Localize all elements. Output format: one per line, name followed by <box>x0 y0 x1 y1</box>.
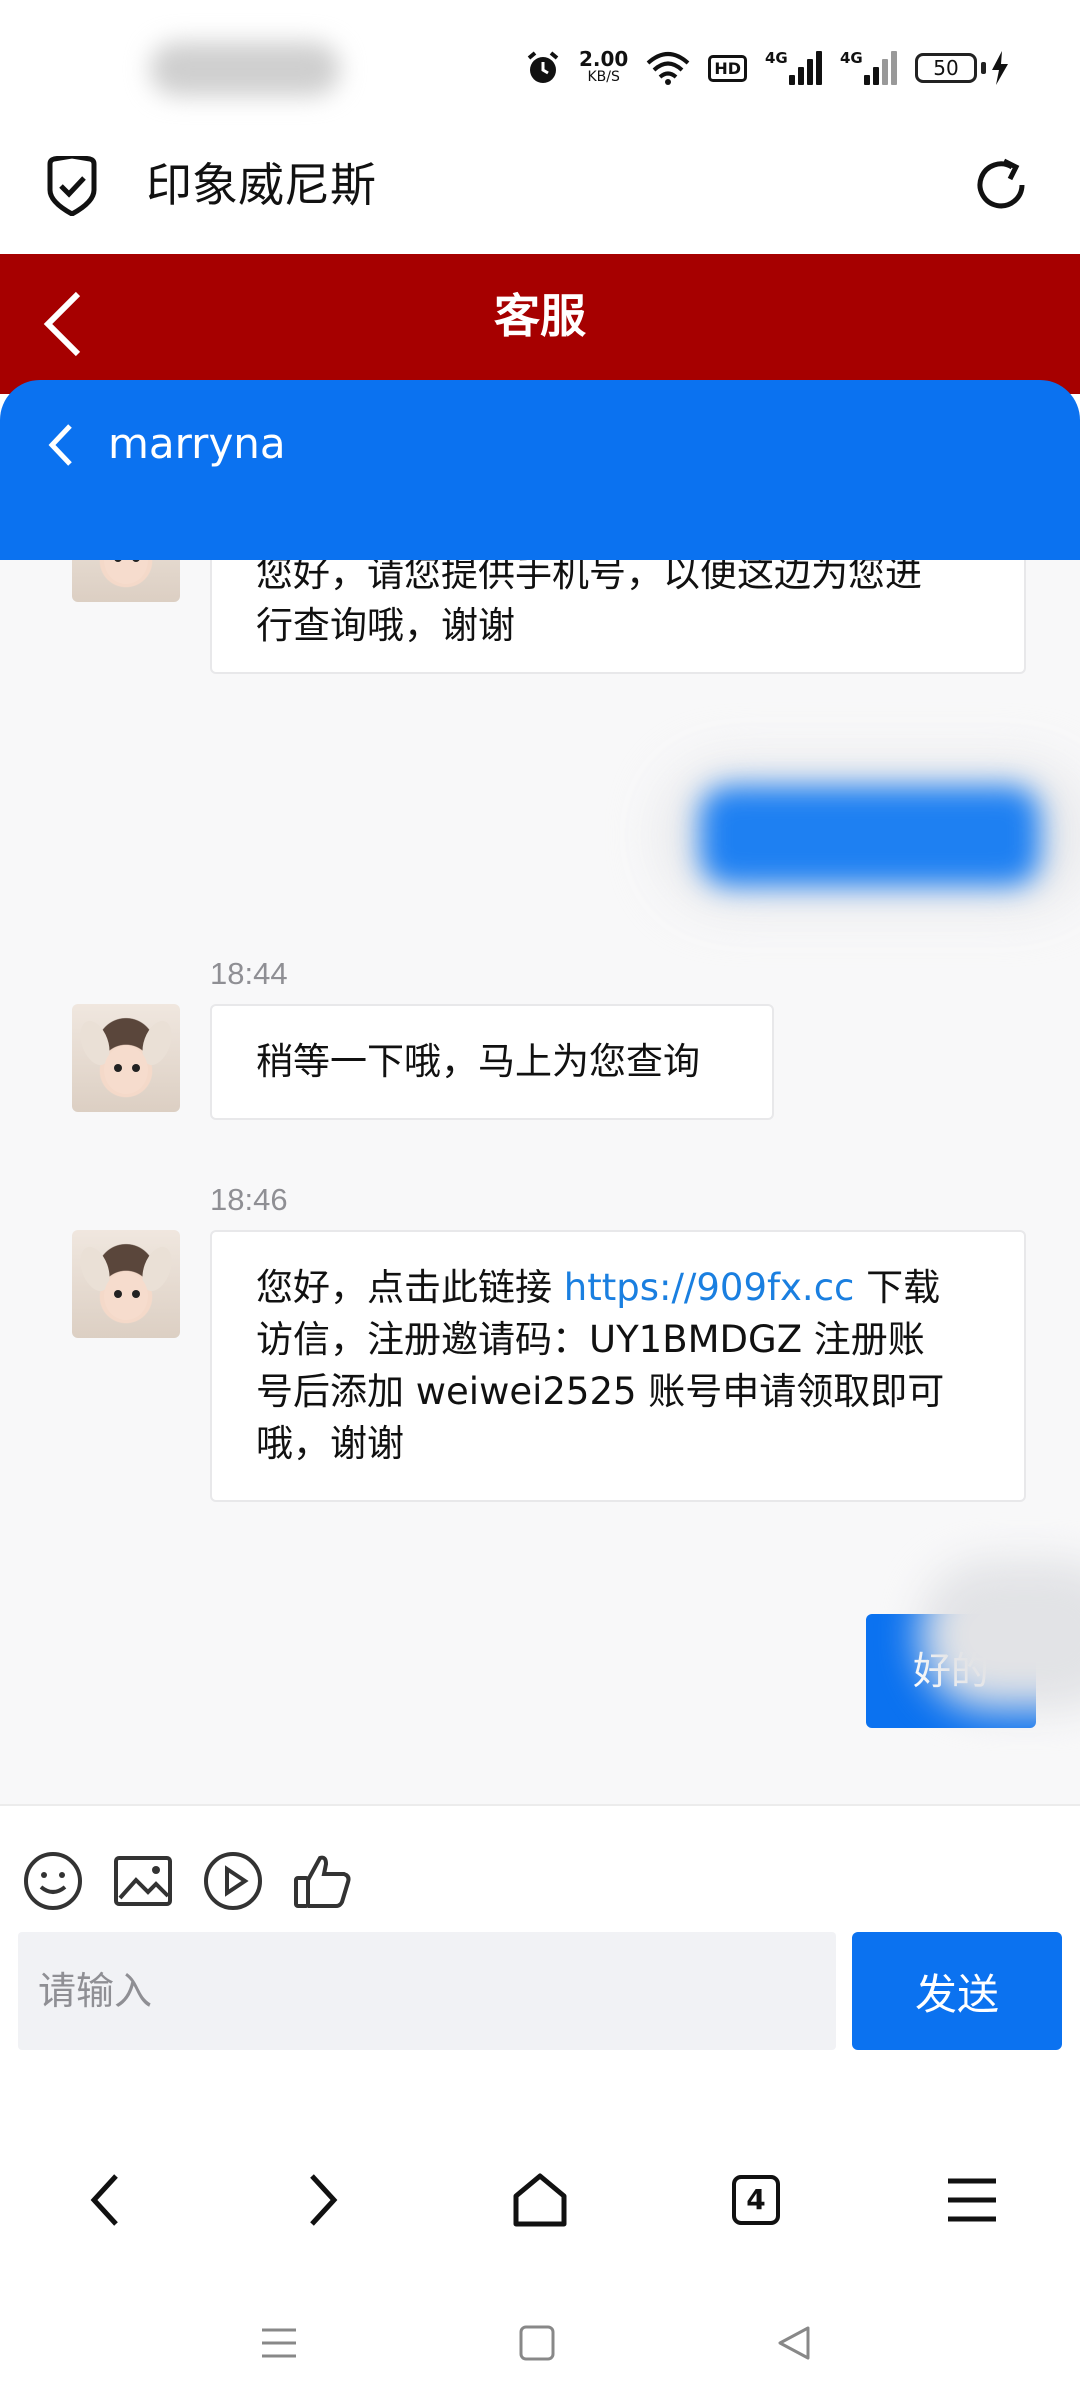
agent-avatar <box>72 560 180 602</box>
recent-apps-icon[interactable] <box>254 2318 304 2368</box>
message-line: 访信，注册邀请码：UY1BMDGZ 注册账 <box>256 1318 925 1361</box>
browser-home-button[interactable] <box>500 2160 580 2240</box>
browser-menu-button[interactable] <box>932 2160 1012 2240</box>
menu-icon <box>948 2178 996 2222</box>
battery-level: 50 <box>915 53 977 83</box>
emoji-icon[interactable] <box>22 1850 84 1912</box>
signal-1-icon: 4G <box>765 49 822 85</box>
refresh-icon[interactable] <box>970 154 1032 216</box>
blurred-region <box>920 1560 1080 1710</box>
system-navigation-bar <box>0 2290 1080 2400</box>
blurred-status-info <box>150 42 340 96</box>
browser-navigation-bar: 4 <box>0 2104 1080 2290</box>
image-icon[interactable] <box>112 1850 174 1912</box>
wifi-icon <box>646 52 690 85</box>
agent-avatar <box>72 1004 180 1112</box>
chat-header: marryna <box>0 380 1080 560</box>
message-line: 您好，点击此链接 https://909fx.cc 下载 <box>256 1266 941 1309</box>
status-icons: 2.00 KB/S HD 4G 4G 50 <box>525 46 1010 90</box>
message-timestamp: 18:44 <box>210 956 288 991</box>
message-input[interactable] <box>18 1932 836 2050</box>
tab-count: 4 <box>732 2175 780 2225</box>
message-line: 哦，谢谢 <box>256 1422 404 1465</box>
send-button[interactable]: 发送 <box>852 1932 1062 2050</box>
chevron-right-icon <box>310 2174 338 2226</box>
blurred-outgoing-message <box>700 786 1040 886</box>
browser-back-button[interactable] <box>66 2160 146 2240</box>
message-timestamp: 18:46 <box>210 1182 288 1217</box>
home-icon <box>513 2173 567 2227</box>
message-composer: 发送 <box>0 1804 1080 2104</box>
home-square-icon[interactable] <box>512 2318 562 2368</box>
page-title: 客服 <box>494 289 586 343</box>
browser-address-bar: 印象威尼斯 <box>0 130 1080 254</box>
chat-back-icon[interactable] <box>46 420 76 470</box>
battery-icon: 50 <box>915 51 1010 85</box>
alarm-icon <box>527 51 559 83</box>
tabs-button[interactable]: 4 <box>716 2160 796 2240</box>
chevron-left-icon <box>90 2174 118 2226</box>
message-line: 您好，请您提供手机号，以便这边为您进 <box>256 560 922 595</box>
message-text: 稍等一下哦，马上为您查询 <box>256 1040 700 1083</box>
chat-messages[interactable]: 您好，请您提供手机号，以便这边为您进 行查询哦，谢谢 18:44 稍等一下哦，马… <box>0 560 1080 1804</box>
thumbs-up-icon[interactable] <box>292 1850 354 1912</box>
network-speed: 2.00 KB/S <box>579 49 628 86</box>
message-bubble: 您好，请您提供手机号，以便这边为您进 行查询哦，谢谢 <box>210 560 1026 674</box>
hd-badge: HD <box>708 54 747 82</box>
agent-name: marryna <box>108 419 286 468</box>
download-link[interactable]: https://909fx.cc <box>564 1266 855 1309</box>
page-header: 客服 <box>0 254 1080 394</box>
shield-check-icon[interactable] <box>44 156 100 216</box>
charging-icon <box>992 51 1008 85</box>
video-icon[interactable] <box>202 1850 264 1912</box>
message-bubble: 稍等一下哦，马上为您查询 <box>210 1004 774 1120</box>
browser-forward-button[interactable] <box>282 2160 362 2240</box>
status-bar: 2.00 KB/S HD 4G 4G 50 <box>0 0 1080 130</box>
message-line: 号后添加 weiwei2525 账号申请领取即可 <box>256 1370 945 1413</box>
message-line: 行查询哦，谢谢 <box>256 604 515 647</box>
back-triangle-icon[interactable] <box>770 2318 820 2368</box>
site-title[interactable]: 印象威尼斯 <box>146 152 376 218</box>
signal-2-icon: 4G <box>840 49 897 85</box>
agent-avatar <box>72 1230 180 1338</box>
message-bubble: 您好，点击此链接 https://909fx.cc 下载 访信，注册邀请码：UY… <box>210 1230 1026 1502</box>
